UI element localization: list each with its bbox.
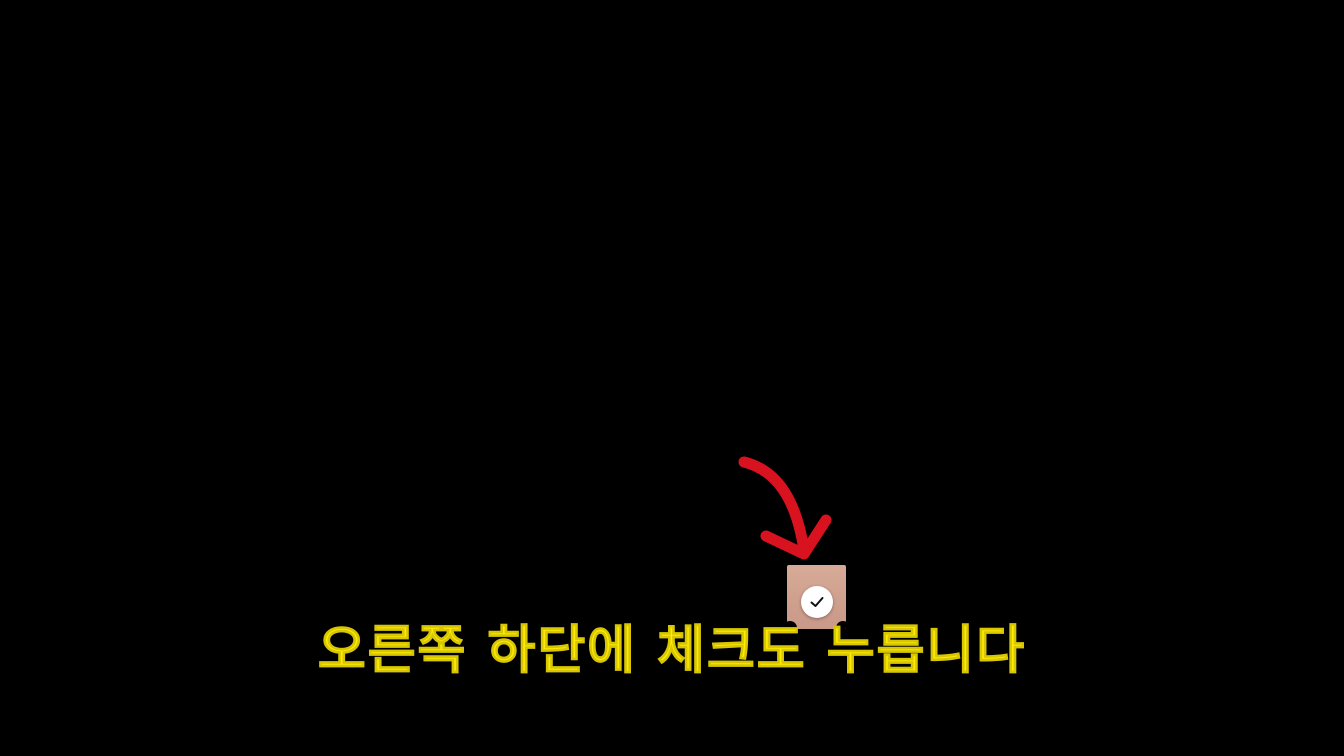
video-frame: 오른쪽 하단에 체크도 누릅니다	[0, 0, 1344, 756]
check-icon	[810, 597, 824, 607]
curved-arrow-icon	[738, 456, 832, 560]
subtitle-caption: 오른쪽 하단에 체크도 누릅니다	[317, 621, 1027, 682]
